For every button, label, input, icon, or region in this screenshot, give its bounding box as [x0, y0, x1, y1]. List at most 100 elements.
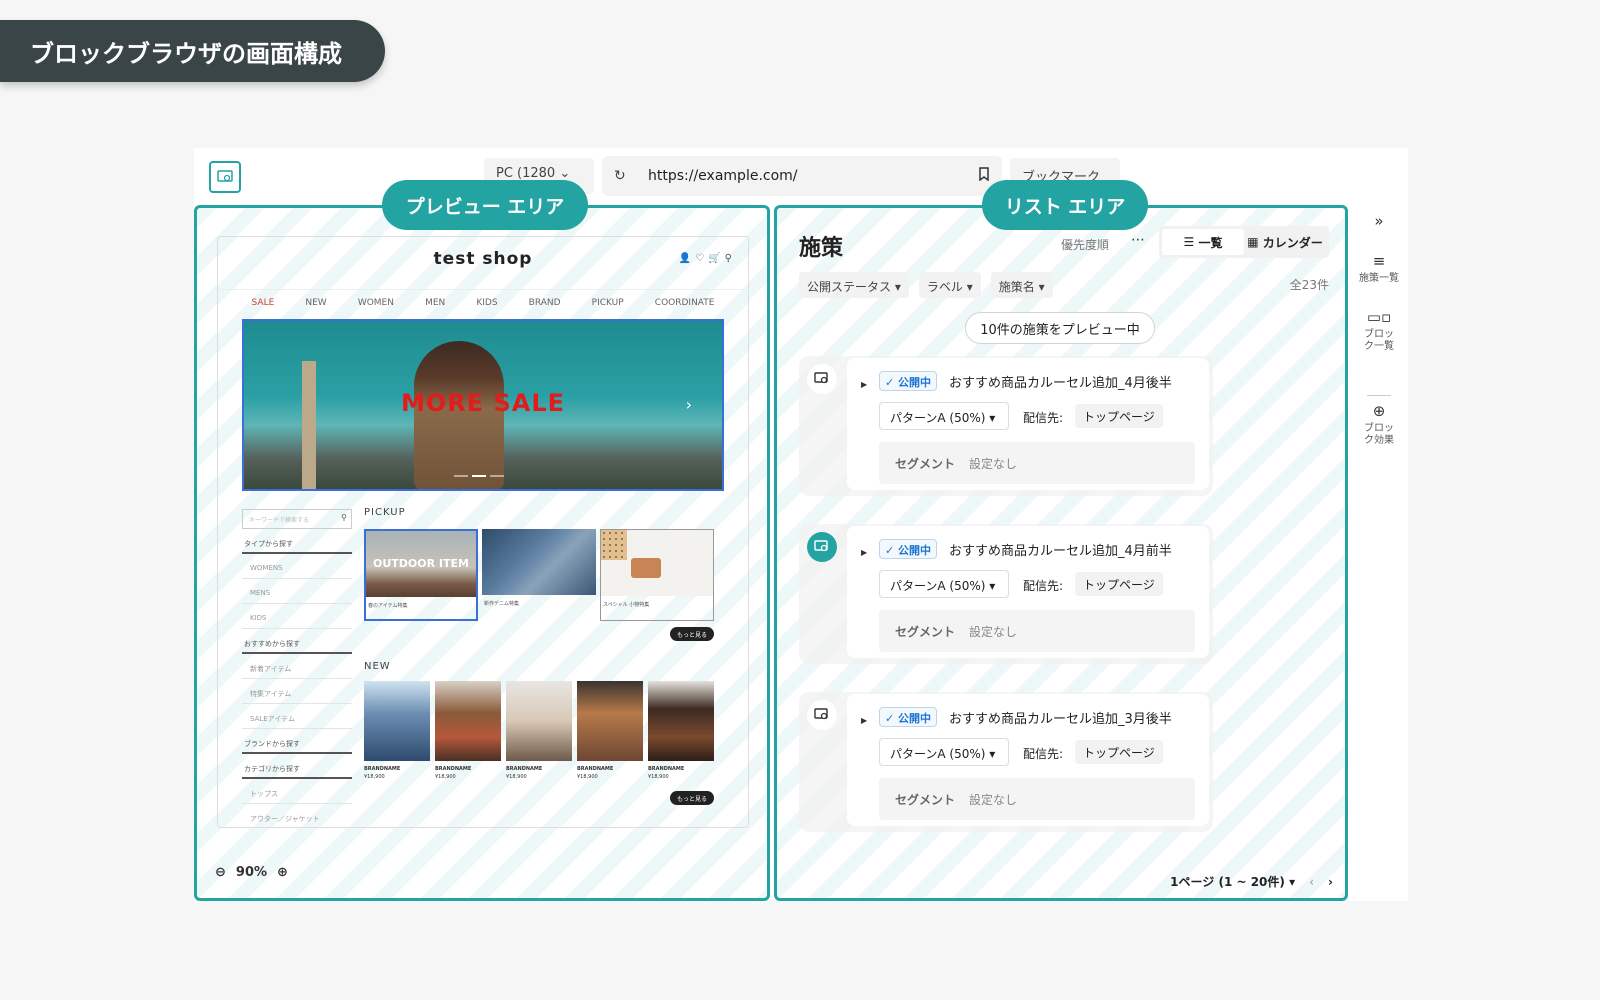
- new-item-brand: BRANDNAME: [435, 766, 472, 772]
- segment-row: セグメント 設定なし: [879, 442, 1195, 484]
- zoom-in-icon[interactable]: ⊕: [277, 865, 288, 880]
- chevron-right-icon: ›: [685, 395, 692, 414]
- chevron-left-icon[interactable]: ‹: [1309, 875, 1314, 889]
- expand-caret-icon[interactable]: ▶: [861, 380, 867, 389]
- caret-down-icon: ▾: [989, 747, 996, 761]
- filter-label: ラベル: [926, 280, 963, 294]
- new-label: NEW: [364, 661, 391, 672]
- pattern-select[interactable]: パターンA (50%) ▾: [879, 402, 1009, 430]
- tab-list[interactable]: ☰ 一覧: [1162, 229, 1244, 255]
- pickup-image: OUTDOOR ITEM: [366, 531, 476, 597]
- pickup-caption: 新作デニム特集: [484, 601, 520, 607]
- expand-caret-icon[interactable]: ▶: [861, 548, 867, 557]
- preview-eye-icon[interactable]: [807, 532, 837, 562]
- url-input[interactable]: https://example.com/: [648, 168, 798, 184]
- pickup-label: PICKUP: [364, 507, 406, 518]
- campaign-list-item: ▶ ✓ 公開中 おすすめ商品カルーセル追加_4月前半 パターンA (50%) ▾ 配信先…: [799, 524, 1213, 664]
- device-select-label: PC (1280: [496, 166, 556, 181]
- campaign-card[interactable]: ▶ ✓ 公開中 おすすめ商品カルーセル追加_4月前半 パターンA (50%) ▾ 配信先…: [847, 526, 1209, 658]
- segment-value: 設定なし: [969, 625, 1018, 639]
- caret-down-icon: ▾: [989, 579, 996, 593]
- shop-side-menu-item: タイプから探す: [242, 529, 352, 554]
- tab-calendar[interactable]: ▦ カレンダー: [1244, 229, 1326, 255]
- list-icon: ☰: [1183, 235, 1199, 249]
- zoom-out-icon[interactable]: ⊖: [215, 865, 226, 880]
- filter-label: 施策名: [998, 280, 1035, 294]
- segment-label: セグメント: [895, 457, 956, 471]
- segment-label: セグメント: [895, 793, 956, 807]
- preview-eye-icon[interactable]: [807, 364, 837, 394]
- chevron-right-icon[interactable]: ›: [1328, 875, 1333, 889]
- page-title: ブロックブラウザの画面構成: [0, 20, 385, 82]
- shop-search-placeholder: キーワードで検索する: [249, 517, 310, 524]
- tab-calendar-label: カレンダー: [1262, 235, 1323, 250]
- more-button: もっと見る: [670, 791, 714, 805]
- hero-post: [302, 361, 316, 489]
- calendar-icon: ▦: [1247, 235, 1263, 249]
- preview-count-button[interactable]: 10件の施策をプレビュー中: [965, 312, 1155, 344]
- reload-icon[interactable]: ↻: [614, 168, 634, 184]
- campaign-card[interactable]: ▶ ✓ 公開中 おすすめ商品カルーセル追加_4月後半 パターンA (50%) ▾ 配信先…: [847, 358, 1209, 490]
- pickup-caption: 春のアイテム特集: [368, 603, 408, 609]
- shop-nav-item: WOMEN: [357, 297, 394, 308]
- shop-header-icons: 👤♡🛒⚲: [679, 253, 736, 264]
- shop-nav: SALE NEW WOMEN MEN KIDS BRAND PICKUP COO…: [218, 289, 748, 315]
- target-value: トップページ: [1075, 404, 1163, 428]
- shop-nav-item: BRAND: [528, 297, 561, 308]
- filter-name[interactable]: 施策名 ▾: [990, 272, 1053, 298]
- pattern-select[interactable]: パターンA (50%) ▾: [879, 570, 1009, 598]
- blocks-icon: ▭▫: [1366, 308, 1392, 326]
- sidebar-item-block-effect[interactable]: ⊕ ブロック効果: [1350, 404, 1408, 447]
- new-item-price: ¥18,900: [648, 774, 669, 780]
- page-select[interactable]: 1ページ (1 ~ 20件) ▾: [1170, 873, 1295, 890]
- campaign-name: おすすめ商品カルーセル追加_4月後半: [949, 376, 1172, 391]
- shop-side-menu-item: カテゴリから探す: [242, 754, 352, 779]
- chevron-down-icon: ⌄: [559, 166, 571, 181]
- caret-down-icon: ▾: [894, 280, 901, 294]
- view-tabs: ☰ 一覧 ▦ カレンダー: [1159, 226, 1329, 258]
- bookmark-icon[interactable]: [978, 167, 990, 185]
- new-item-caption: BRANDNAME ¥18,900: [364, 765, 400, 781]
- filter-label: 公開ステータス: [807, 280, 892, 294]
- sidebar-item-campaign-list[interactable]: ≡ 施策一覧: [1350, 254, 1408, 285]
- pattern-select[interactable]: パターンA (50%) ▾: [879, 738, 1009, 766]
- new-item-image: [506, 681, 572, 761]
- url-bar[interactable]: ↻ https://example.com/: [602, 156, 1002, 196]
- target-value: トップページ: [1075, 740, 1163, 764]
- sort-select[interactable]: 優先度順: [1061, 236, 1109, 253]
- shop-preview[interactable]: test shop 👤♡🛒⚲ SALE NEW WOMEN MEN KIDS B…: [217, 236, 749, 828]
- new-item-price: ¥18,900: [577, 774, 598, 780]
- more-options-icon[interactable]: ⋯: [1131, 232, 1145, 248]
- sidebar-item-label: 施策一覧: [1359, 273, 1399, 284]
- new-item-image: [648, 681, 714, 761]
- expand-caret-icon[interactable]: ▶: [861, 716, 867, 725]
- status-badge-label: 公開中: [898, 712, 932, 725]
- new-item-price: ¥18,900: [364, 774, 385, 780]
- shop-side-menu-item: おすすめから探す: [242, 629, 352, 654]
- shop-nav-item: NEW: [305, 297, 327, 308]
- new-item-brand: BRANDNAME: [648, 766, 685, 772]
- shop-name: test shop: [433, 249, 533, 269]
- preview-eye-icon[interactable]: [807, 700, 837, 730]
- shop-side-menu-item: トップス: [242, 779, 352, 804]
- new-item-brand: BRANDNAME: [506, 766, 543, 772]
- shop-nav-item: MEN: [425, 297, 446, 308]
- pattern-label: パターンA (50%): [890, 747, 986, 761]
- pickup-item: OUTDOOR ITEM 春のアイテム特集: [364, 529, 478, 621]
- preview-toggle-icon[interactable]: [209, 161, 241, 193]
- collapse-sidebar-icon[interactable]: »: [1350, 214, 1408, 233]
- campaign-card[interactable]: ▶ ✓ 公開中 おすすめ商品カルーセル追加_3月後半 パターンA (50%) ▾ 配信先…: [847, 694, 1209, 826]
- filter-status[interactable]: 公開ステータス ▾: [799, 272, 909, 298]
- shop-side-menu-item: SALEアイテム: [242, 704, 352, 729]
- user-icon: 👤: [678, 253, 696, 264]
- campaign-list-item: ▶ ✓ 公開中 おすすめ商品カルーセル追加_4月後半 パターンA (50%) ▾ 配信先…: [799, 356, 1213, 496]
- status-badge: ✓ 公開中: [879, 539, 938, 559]
- filter-label-select[interactable]: ラベル ▾: [918, 272, 981, 298]
- shop-side-menu-item: WOMENS: [242, 554, 352, 579]
- tab-list-label: 一覧: [1198, 235, 1223, 250]
- hero-banner-block[interactable]: MORE SALE ›: [242, 319, 724, 491]
- shop-search-input: キーワードで検索する ⚲: [242, 509, 352, 529]
- sidebar-item-block-list[interactable]: ▭▫ ブロック一覧: [1350, 308, 1408, 353]
- status-badge-label: 公開中: [898, 544, 932, 557]
- target-value: トップページ: [1075, 572, 1163, 596]
